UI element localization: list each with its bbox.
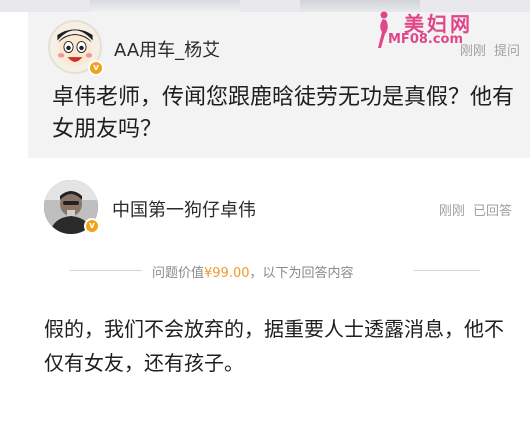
watermark-url: MF08.com [388,32,464,47]
verified-badge-icon: v [88,60,104,76]
asker-name[interactable]: AA用车_杨艾 [114,36,220,62]
answerer-name[interactable]: 中国第一狗仔卓伟 [112,196,256,222]
answer-status: 已回答 [472,204,512,219]
question-text: 卓伟老师，传闻您跟鹿晗徒劳无功是真假？他有女朋友吗？ [52,85,515,142]
price-value: ¥99.00 [204,266,250,281]
divider-line [70,270,142,271]
answer-time: 刚刚 [438,204,465,219]
answer-meta: 刚刚 已回答 [435,200,512,219]
price-divider: 问题价值¥99.00，以下为回答内容 [70,262,480,281]
site-watermark: 美妇网 MF08.com [378,8,502,50]
price-label: 问题价值¥99.00，以下为回答内容 [152,262,354,281]
feed-image-thumbnail[interactable] [90,0,240,12]
verified-badge-icon: v [84,218,100,234]
answer-text: 假的，我们不会放弃的，据重要人士透露消息，他不仅有女友，还有孩子。 [44,317,504,375]
price-prefix: 问题价值 [152,266,205,281]
divider-line [414,270,480,271]
price-suffix: ，以下为回答内容 [249,266,354,281]
